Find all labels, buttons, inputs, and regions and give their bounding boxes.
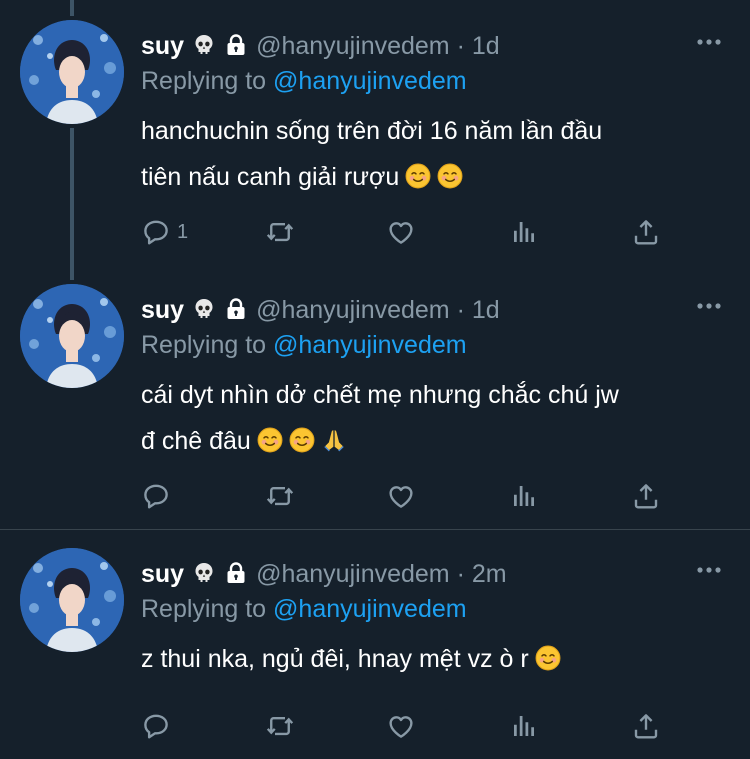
- retweet-button[interactable]: [265, 212, 295, 252]
- handle[interactable]: @hanyujinvedem: [256, 560, 450, 588]
- smiling-face-icon: [535, 640, 561, 686]
- retweet-icon: [265, 217, 295, 247]
- reply-count: 1: [177, 220, 189, 243]
- analytics-icon: [509, 481, 539, 511]
- replying-to-label: Replying to: [141, 595, 267, 623]
- replying-to: Replying to @hanyujinvedem: [141, 64, 467, 98]
- timestamp[interactable]: 2m: [472, 560, 507, 588]
- skull-icon: [192, 296, 216, 330]
- avatar[interactable]: [20, 548, 124, 652]
- mention-link[interactable]: @hanyujinvedem: [273, 595, 467, 623]
- analytics-icon: [509, 711, 539, 741]
- display-name[interactable]: suy: [141, 32, 184, 60]
- timestamp[interactable]: 1d: [472, 296, 500, 324]
- separator-dot: ·: [456, 560, 465, 588]
- tweet-actions: [141, 706, 681, 746]
- replying-to: Replying to @hanyujinvedem: [141, 592, 467, 626]
- tweet-text-line: cái dyt nhìn dở chết mẹ nhưng chắc chú j…: [141, 381, 619, 409]
- replying-to: Replying to @hanyujinvedem: [141, 328, 467, 362]
- smiling-face-icon: [257, 422, 283, 468]
- retweet-icon: [265, 711, 295, 741]
- like-button[interactable]: [386, 476, 416, 516]
- reply-button[interactable]: 1: [141, 212, 188, 252]
- skull-icon: [192, 32, 216, 66]
- lock-icon: [224, 296, 248, 330]
- tweet-text: z thui nka, ngủ đêi, hnay mệt vz ò r: [141, 636, 721, 686]
- separator-dot: ·: [456, 296, 465, 324]
- share-icon: [631, 217, 661, 247]
- heart-icon: [386, 481, 416, 511]
- analytics-button[interactable]: [509, 476, 539, 516]
- tweet-header: suy @hanyujinvedem · 1d: [141, 29, 500, 63]
- reply-icon: [141, 481, 171, 511]
- retweet-button[interactable]: [265, 476, 295, 516]
- share-icon: [631, 481, 661, 511]
- display-name[interactable]: suy: [141, 296, 184, 324]
- analytics-button[interactable]: [509, 212, 539, 252]
- tweet-header: suy @hanyujinvedem · 1d: [141, 293, 500, 327]
- like-button[interactable]: [386, 212, 416, 252]
- replying-to-label: Replying to: [141, 67, 267, 95]
- skull-icon: [192, 560, 216, 594]
- timestamp[interactable]: 1d: [472, 32, 500, 60]
- tweet-text-line: đ chê đâu: [141, 418, 721, 468]
- more-options-icon[interactable]: [696, 296, 722, 316]
- more-options-icon[interactable]: [696, 560, 722, 580]
- mention-link[interactable]: @hanyujinvedem: [273, 67, 467, 95]
- like-button[interactable]: [386, 706, 416, 746]
- reply-button[interactable]: [141, 706, 177, 746]
- tweet[interactable]: suy @hanyujinvedem · 1d Replying to @hany…: [0, 264, 750, 528]
- mention-link[interactable]: @hanyujinvedem: [273, 331, 467, 359]
- analytics-icon: [509, 217, 539, 247]
- tweet-text-line: z thui nka, ngủ đêi, hnay mệt vz ò r: [141, 636, 721, 686]
- tweet-actions: 1: [141, 212, 681, 252]
- tweet[interactable]: suy @hanyujinvedem · 1d Replying to @hany…: [0, 0, 750, 264]
- lock-icon: [224, 32, 248, 66]
- analytics-button[interactable]: [509, 706, 539, 746]
- smiling-face-icon: [289, 422, 315, 468]
- share-button[interactable]: [631, 212, 661, 252]
- tweet-text-line: hanchuchin sống trên đời 16 năm lần đầu: [141, 117, 603, 145]
- share-button[interactable]: [631, 476, 661, 516]
- folded-hands-icon: [321, 422, 347, 468]
- avatar[interactable]: [20, 284, 124, 388]
- tweet[interactable]: suy @hanyujinvedem · 2m Replying to @hany…: [0, 528, 750, 759]
- heart-icon: [386, 711, 416, 741]
- smiling-face-icon: [437, 158, 463, 204]
- lock-icon: [224, 560, 248, 594]
- more-options-icon[interactable]: [696, 32, 722, 52]
- tweet-actions: [141, 476, 681, 516]
- separator-dot: ·: [456, 32, 465, 60]
- heart-icon: [386, 217, 416, 247]
- tweet-header: suy @hanyujinvedem · 2m: [141, 557, 507, 591]
- handle[interactable]: @hanyujinvedem: [256, 32, 450, 60]
- smiling-face-icon: [405, 158, 431, 204]
- share-icon: [631, 711, 661, 741]
- reply-icon: [141, 217, 171, 247]
- display-name[interactable]: suy: [141, 560, 184, 588]
- handle[interactable]: @hanyujinvedem: [256, 296, 450, 324]
- tweet-text: cái dyt nhìn dở chết mẹ nhưng chắc chú j…: [141, 372, 721, 468]
- retweet-icon: [265, 481, 295, 511]
- tweet-text: hanchuchin sống trên đời 16 năm lần đầu …: [141, 108, 721, 204]
- retweet-button[interactable]: [265, 706, 295, 746]
- avatar[interactable]: [20, 20, 124, 124]
- tweet-text-line: tiên nấu canh giải rượu: [141, 154, 721, 204]
- replying-to-label: Replying to: [141, 331, 267, 359]
- reply-button[interactable]: [141, 476, 177, 516]
- share-button[interactable]: [631, 706, 661, 746]
- reply-icon: [141, 711, 171, 741]
